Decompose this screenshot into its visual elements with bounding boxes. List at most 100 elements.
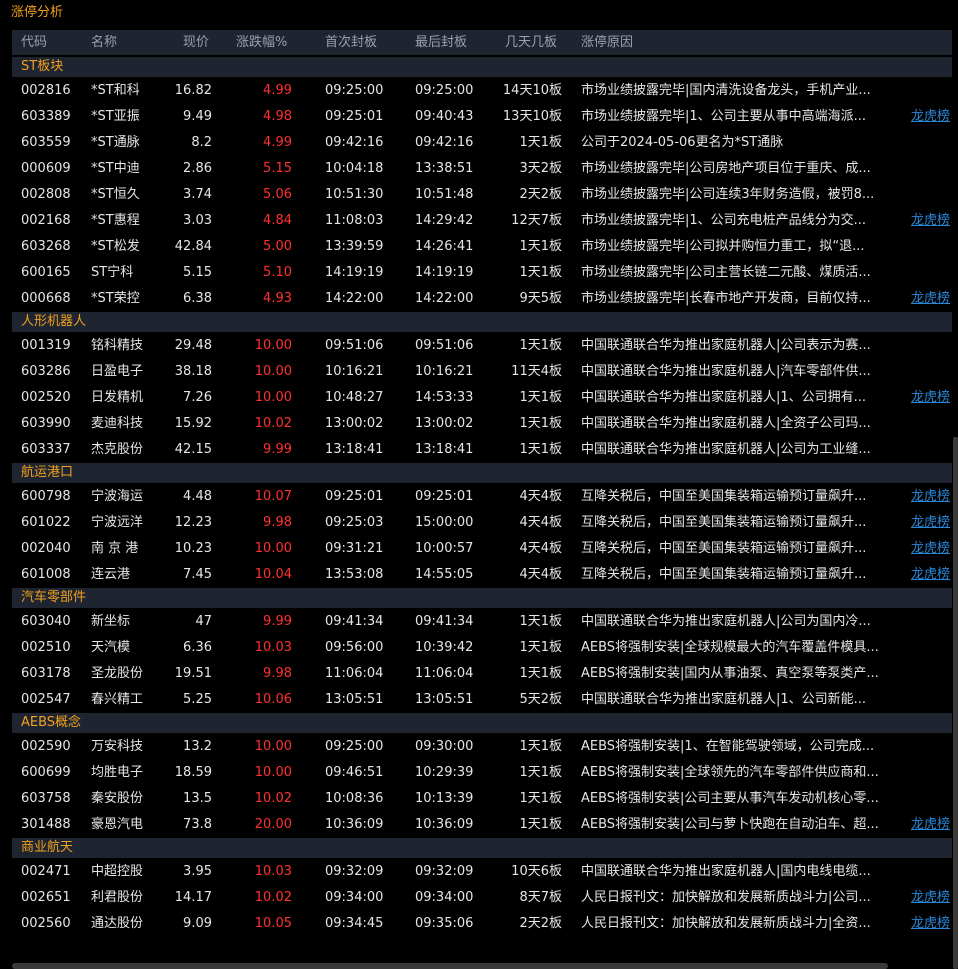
cell-price: 42.15 [174,442,212,457]
table-row[interactable]: 600798 宁波海运 4.48 10.07 09:25:01 09:25:01 4天4板互… [12,484,952,510]
cell-code: 002547 [21,692,71,707]
table-row[interactable]: 603337 杰克股份 42.15 9.99 13:18:41 13:18:41 1天1板中… [12,437,952,463]
dragon-tiger-link[interactable]: 龙虎榜 [911,385,952,411]
cell-days-boards: 10天6板 [511,864,562,879]
col-header-price[interactable]: 现价 [183,30,223,55]
table-row[interactable]: 600699 均胜电子 18.59 10.00 09:46:51 10:29:39 1天1板… [12,760,952,786]
cell-days-boards: 1天1板 [519,135,562,150]
col-header-reason[interactable]: 涨停原因 [581,30,893,55]
table-row[interactable]: 002560 通达股份 9.09 10.05 09:34:45 09:35:06 2天2板人… [12,911,952,937]
table-row[interactable]: 603559 *ST通脉 8.2 4.99 09:42:16 09:42:16 1天1板 公司… [12,130,952,156]
cell-reason: 互降关税后，中国至美国集装箱运输预订量飙升... [581,515,867,530]
col-header-name[interactable]: 名称 [91,30,175,55]
table-row[interactable]: 603268 *ST松发 42.84 5.00 13:39:59 14:26:41 1天1板… [12,234,952,260]
cell-price: 9.09 [183,916,212,931]
cell-code: 600798 [21,489,71,504]
cell-days-boards: 13天10板 [502,109,562,124]
table-row[interactable]: 002590 万安科技 13.2 10.00 09:25:00 09:30:00 1天1板 A… [12,734,952,760]
table-row[interactable]: 002520 日发精机 7.26 10.00 10:48:27 14:53:33 1天1板中… [12,385,952,411]
dragon-tiger-link[interactable]: 龙虎榜 [911,885,952,911]
group-header[interactable]: 人形机器人 [12,312,952,332]
cell-reason: 公司于2024-05-06更名为*ST通脉 [581,135,784,150]
table-row[interactable]: 603286 日盈电子 38.18 10.00 10:16:21 10:16:21 11天4… [12,359,952,385]
group-header[interactable]: 航运港口 [12,463,952,483]
cell-code: 603178 [21,666,71,681]
cell-price: 8.2 [191,135,212,150]
cell-first-seal: 13:18:41 [325,442,384,457]
vertical-scrollbar[interactable] [953,437,958,969]
table-row[interactable]: 002510 天汽模 6.36 10.03 09:56:00 10:39:42 1天1板 AE… [12,635,952,661]
cell-days-boards: 12天7板 [511,213,562,228]
table-row[interactable]: 002168 *ST惠程 3.03 4.84 11:08:03 14:29:42 12天7板… [12,208,952,234]
cell-pct: 9.99 [263,614,292,629]
table-row[interactable]: 600165 ST宁科 5.15 5.10 14:19:19 14:19:19 1天1板 市场… [12,260,952,286]
table-row[interactable]: 001319 铭科精技 29.48 10.00 09:51:06 09:51:06 1天1板… [12,333,952,359]
cell-days-boards: 1天1板 [519,265,562,280]
cell-code: 603286 [21,364,71,379]
table-row[interactable]: 601008 连云港 7.45 10.04 13:53:08 14:55:05 4天4板 互降… [12,562,952,588]
group-header[interactable]: AEBS概念 [12,713,952,733]
table-row[interactable]: 002651 利君股份 14.17 10.02 09:34:00 09:34:00 8天7板… [12,885,952,911]
dragon-tiger-link[interactable]: 龙虎榜 [911,911,952,937]
cell-price: 3.74 [183,187,212,202]
cell-pct: 10.03 [254,640,292,655]
table-row[interactable]: 601022 宁波远洋 12.23 9.98 09:25:03 15:00:00 4天4板互… [12,510,952,536]
cell-reason: 市场业绩披露完毕|公司拟并购恒力重工，拟“退... [581,239,865,254]
cell-first-seal: 09:25:00 [325,83,384,98]
table-row[interactable]: 002471 中超控股 3.95 10.03 09:32:09 09:32:09 10天6板… [12,859,952,885]
cell-reason: 互降关税后，中国至美国集装箱运输预订量飙升... [581,489,867,504]
cell-days-boards: 2天2板 [519,187,562,202]
cell-price: 12.23 [174,515,212,530]
dragon-tiger-link[interactable]: 龙虎榜 [911,510,952,536]
table-row[interactable]: 603178 圣龙股份 19.51 9.98 11:06:04 11:06:04 1天1板 A… [12,661,952,687]
cell-days-boards: 3天2板 [519,161,562,176]
group-header[interactable]: 商业航天 [12,838,952,858]
group-header[interactable]: ST板块 [12,57,952,77]
dragon-tiger-link[interactable]: 龙虎榜 [911,104,952,130]
col-header-last[interactable]: 最后封板 [415,30,495,55]
col-header-pct[interactable]: 涨跌幅% [236,30,306,55]
cell-price: 5.25 [183,692,212,707]
dragon-tiger-link[interactable]: 龙虎榜 [911,536,952,562]
cell-reason: 互降关税后，中国至美国集装箱运输预订量飙升... [581,541,867,556]
table-row[interactable]: 002816 *ST和科 16.82 4.99 09:25:00 09:25:00 14天1… [12,78,952,104]
col-header-first[interactable]: 首次封板 [325,30,405,55]
cell-days-boards: 1天1板 [519,765,562,780]
dragon-tiger-link[interactable]: 龙虎榜 [911,208,952,234]
dragon-tiger-link[interactable]: 龙虎榜 [911,812,952,838]
col-header-days[interactable]: 几天几板 [505,30,575,55]
horizontal-scrollbar[interactable] [12,963,888,969]
table-row[interactable]: 603389 *ST亚振 9.49 4.98 09:25:01 09:40:43 13天10… [12,104,952,130]
dragon-tiger-link[interactable]: 龙虎榜 [911,562,952,588]
cell-code: 002040 [21,541,71,556]
cell-first-seal: 14:19:19 [325,265,384,280]
cell-code: 002808 [21,187,71,202]
col-header-code[interactable]: 代码 [21,30,89,55]
table-row[interactable]: 301488 豪恩汽电 73.8 20.00 10:36:09 10:36:09 1天1板 A… [12,812,952,838]
dragon-tiger-link[interactable]: 龙虎榜 [911,484,952,510]
cell-days-boards: 1天1板 [519,442,562,457]
cell-reason: 中国联通联合华为推出家庭机器人|全资子公司玛... [581,416,871,431]
dragon-tiger-link[interactable]: 龙虎榜 [911,286,952,312]
cell-reason: 市场业绩披露完毕|国内清洗设备龙头，手机产业... [581,83,871,98]
table-row[interactable]: 002547 春兴精工 5.25 10.06 13:05:51 13:05:51 5天2板中… [12,687,952,713]
cell-price: 4.48 [183,489,212,504]
group-header[interactable]: 汽车零部件 [12,588,952,608]
table-row[interactable]: 000668 *ST荣控 6.38 4.93 14:22:00 14:22:00 9天5板市… [12,286,952,312]
cell-first-seal: 09:42:16 [325,135,384,150]
table-row[interactable]: 000609 *ST中迪 2.86 5.15 10:04:18 13:38:51 3天2板市… [12,156,952,182]
table-row[interactable]: 002808 *ST恒久 3.74 5.06 10:51:30 10:51:48 2天2板市… [12,182,952,208]
table-row[interactable]: 603040 新坐标 47 9.99 09:41:34 09:41:34 1天1板 中国联通联… [12,609,952,635]
cell-price: 2.86 [183,161,212,176]
cell-code: 601008 [21,567,71,582]
cell-price: 19.51 [174,666,212,681]
cell-code: 603758 [21,791,71,806]
cell-days-boards: 1天1板 [519,817,562,832]
table-row[interactable]: 603758 秦安股份 13.5 10.02 10:08:36 10:13:39 1天1板 A… [12,786,952,812]
table-row[interactable]: 603990 麦迪科技 15.92 10.02 13:00:02 13:00:02 1天1板… [12,411,952,437]
cell-pct: 4.99 [263,83,292,98]
table-row[interactable]: 002040 南 京 港 10.23 10.00 09:31:21 10:00:57 4天4… [12,536,952,562]
cell-code: 000668 [21,291,71,306]
cell-price: 29.48 [174,338,212,353]
cell-first-seal: 10:51:30 [325,187,384,202]
